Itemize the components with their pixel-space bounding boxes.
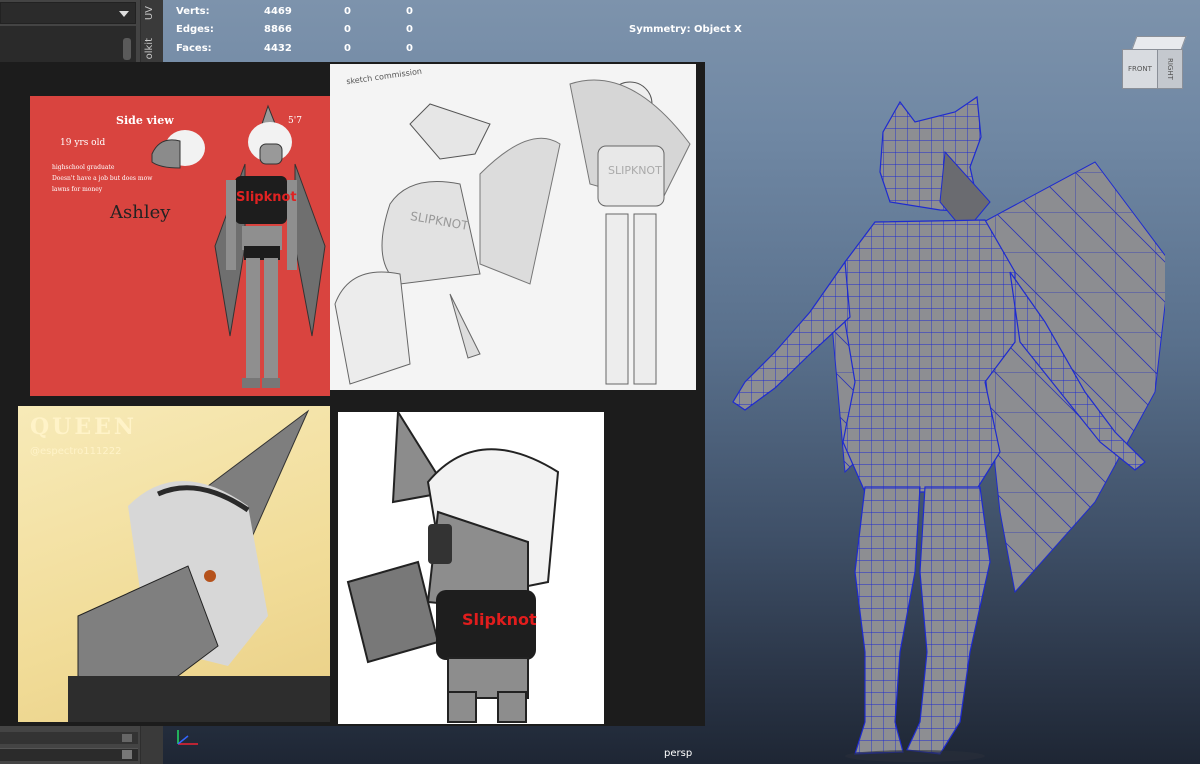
symmetry-label: Symmetry: Object X bbox=[629, 24, 742, 35]
sheet-height-label: 5'7 bbox=[288, 116, 302, 126]
scrollbar[interactable] bbox=[0, 732, 138, 744]
hud-value: 0 bbox=[344, 6, 351, 17]
sheet-age-label: 19 yrs old bbox=[60, 138, 106, 148]
portrait-handle: @espectro111222 bbox=[30, 446, 122, 457]
portrait-title: QUEEN bbox=[30, 414, 137, 440]
hud-value: 0 bbox=[344, 43, 351, 54]
note-line: Doesn't have a job but does mow bbox=[52, 175, 153, 182]
shirt-logo-text: Slipknot bbox=[236, 190, 297, 205]
ref-portrait-queen: QUEEN @espectro111222 bbox=[18, 406, 330, 722]
note-line: highschool graduate bbox=[52, 164, 115, 171]
ref-chibi: Slipknot bbox=[338, 412, 604, 724]
chibi-drawing bbox=[346, 412, 560, 723]
hud-label: Faces: bbox=[176, 43, 212, 54]
hud-value: 0 bbox=[406, 24, 413, 35]
reference-image-plane[interactable]: Side view 5'7 19 yrs old highschool grad… bbox=[0, 62, 705, 726]
outliner-list[interactable] bbox=[0, 26, 136, 62]
view-cube[interactable]: FRONT RIGHT bbox=[1120, 36, 1187, 90]
tab-toolkit[interactable]: olkit bbox=[144, 38, 155, 59]
note-line: lawns for money bbox=[52, 186, 103, 193]
hud-value: 4432 bbox=[264, 43, 292, 54]
chibi-shirt-text: Slipknot bbox=[462, 610, 537, 629]
hud-label: Edges: bbox=[176, 24, 214, 35]
sheet-notes: highschool graduate Doesn't have a job b… bbox=[52, 162, 152, 195]
scrollbar[interactable] bbox=[0, 748, 138, 761]
axis-gizmo bbox=[177, 730, 198, 745]
view-cube-right[interactable]: RIGHT bbox=[1157, 49, 1183, 89]
hud-row-faces: Faces: 4432 0 0 bbox=[176, 43, 436, 57]
view-cube-front[interactable]: FRONT bbox=[1122, 49, 1158, 89]
sketch-drawing bbox=[334, 79, 691, 385]
hud-label: Verts: bbox=[176, 6, 210, 17]
hud-value: 0 bbox=[406, 43, 413, 54]
scroll-knob[interactable] bbox=[122, 750, 132, 759]
character-mesh[interactable] bbox=[715, 92, 1165, 764]
sketch-shirt-text: SLIPKNOT bbox=[608, 164, 662, 177]
panel-dropdown[interactable] bbox=[0, 2, 136, 24]
ref-sheet-red: Side view 5'7 19 yrs old highschool grad… bbox=[30, 96, 330, 396]
hud-value: 0 bbox=[406, 6, 413, 17]
character-name: Ashley bbox=[110, 202, 171, 223]
chevron-down-icon bbox=[119, 11, 129, 17]
view-cube-top[interactable] bbox=[1131, 36, 1187, 50]
hud-value: 4469 bbox=[264, 6, 292, 17]
sheet-side-view-label: Side view bbox=[116, 114, 174, 127]
hud-value: 0 bbox=[344, 24, 351, 35]
scroll-knob[interactable] bbox=[122, 734, 132, 742]
hud-value: 8866 bbox=[264, 24, 292, 35]
ref-sketch-commission: sketch commission SLIPKNOT SLIPKNOT bbox=[330, 64, 696, 390]
scrollbar[interactable] bbox=[123, 38, 131, 60]
hud-row-verts: Verts: 4469 0 0 bbox=[176, 6, 436, 20]
camera-label: persp bbox=[664, 748, 693, 759]
tab-uv[interactable]: UV bbox=[144, 6, 155, 20]
hud-row-edges: Edges: 8866 0 0 bbox=[176, 24, 436, 38]
